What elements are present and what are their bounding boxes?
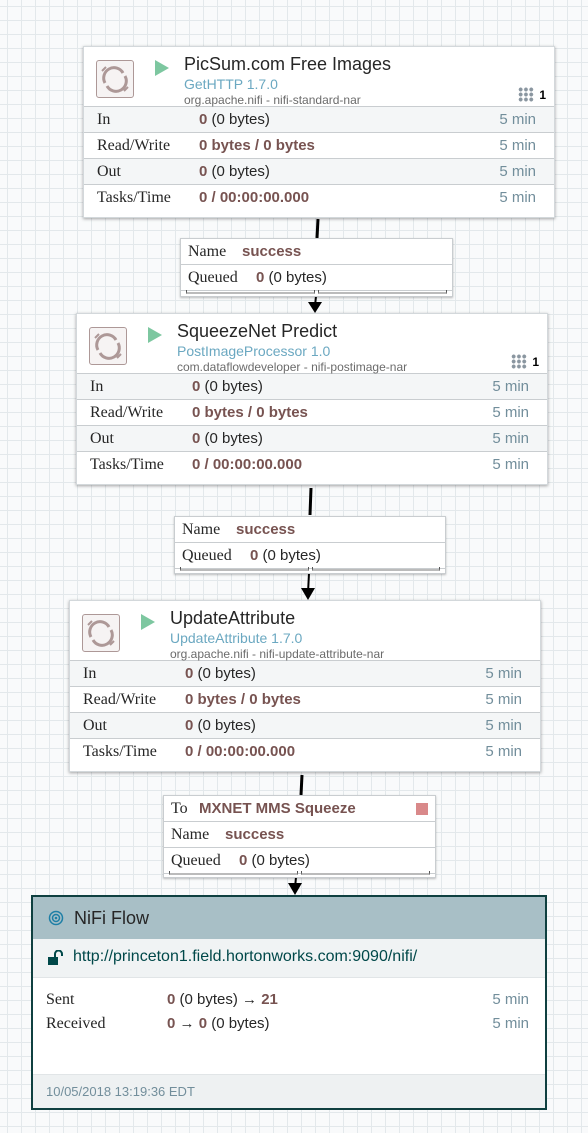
stat-row-out: Out 0 (0 bytes) 5 min xyxy=(70,713,540,739)
stat-row-in: In 0 (0 bytes) 5 min xyxy=(70,661,540,687)
processor-icon xyxy=(96,60,134,98)
stat-row-out: Out 0 (0 bytes) 5 min xyxy=(77,426,547,452)
processor-bundle: org.apache.nifi - nifi-standard-nar xyxy=(184,93,361,107)
connection-label[interactable]: Name success Queued 0 (0 bytes) xyxy=(174,516,446,574)
remote-process-group[interactable]: NiFi Flow http://princeton1.field.horton… xyxy=(31,895,547,1110)
active-tasks-badge: 1 xyxy=(518,87,546,102)
stat-row-tasks: Tasks/Time 0 / 00:00:00.000 5 min xyxy=(97,189,536,206)
stat-row-tasks: Tasks/Time 0 / 00:00:00.000 5 min xyxy=(83,743,522,760)
run-status-icon xyxy=(148,327,162,343)
run-status-icon xyxy=(141,614,155,630)
processor-type[interactable]: PostImageProcessor 1.0 xyxy=(177,343,330,359)
queue-backpressure-bars xyxy=(180,567,440,571)
queue-backpressure-bars xyxy=(169,871,430,875)
processor-header: UpdateAttribute UpdateAttribute 1.7.0 or… xyxy=(70,601,540,661)
processor-bundle: com.dataflowdeveloper - nifi-postimage-n… xyxy=(177,360,408,374)
processor-name: UpdateAttribute xyxy=(170,608,296,628)
unlock-icon xyxy=(48,950,63,965)
last-refreshed: 10/05/2018 13:19:36 EDT xyxy=(46,1084,195,1099)
last-refreshed-footer: 10/05/2018 13:19:36 EDT xyxy=(33,1074,545,1108)
stat-row-readwrite: Read/Write 0 bytes / 0 bytes 5 min xyxy=(70,687,540,713)
queue-backpressure-bars xyxy=(186,290,447,294)
connection-label[interactable]: Name success Queued 0 (0 bytes) xyxy=(180,238,453,297)
processor-icon xyxy=(82,614,120,652)
active-tasks-badge: 1 xyxy=(511,354,539,369)
remote-url[interactable]: http://princeton1.field.hortonworks.com:… xyxy=(73,948,417,966)
processor-updateattribute[interactable]: UpdateAttribute UpdateAttribute 1.7.0 or… xyxy=(69,600,541,772)
processor-bundle: org.apache.nifi - nifi-update-attribute-… xyxy=(170,647,385,661)
processor-squeezenet[interactable]: SqueezeNet Predict PostImageProcessor 1.… xyxy=(76,313,548,485)
processor-name: PicSum.com Free Images xyxy=(184,54,392,74)
transmission-icon xyxy=(48,910,64,926)
active-tasks-icon xyxy=(518,87,535,102)
stat-row-tasks: Tasks/Time 0 / 00:00:00.000 5 min xyxy=(90,456,529,473)
remote-url-row: http://princeton1.field.hortonworks.com:… xyxy=(33,939,545,978)
stat-row-readwrite: Read/Write 0 bytes / 0 bytes 5 min xyxy=(84,133,554,159)
stop-icon xyxy=(416,803,428,815)
stat-row-readwrite: Read/Write 0 bytes / 0 bytes 5 min xyxy=(77,400,547,426)
run-status-icon xyxy=(155,60,169,76)
active-tasks-icon xyxy=(511,354,528,369)
processor-picsum[interactable]: PicSum.com Free Images GetHTTP 1.7.0 org… xyxy=(83,46,555,218)
stat-row-in: In 0 (0 bytes) 5 min xyxy=(84,107,554,133)
processor-header: SqueezeNet Predict PostImageProcessor 1.… xyxy=(77,314,547,374)
remote-group-header: NiFi Flow xyxy=(33,897,545,939)
connection-label-remote[interactable]: To MXNET MMS Squeeze Name success Queued 0 … xyxy=(163,795,436,878)
processor-icon xyxy=(89,327,127,365)
stat-row-in: In 0 (0 bytes) 5 min xyxy=(77,374,547,400)
stat-row-received: Received 0 → 0 (0 bytes) 5 min xyxy=(46,1015,529,1032)
stat-row-out: Out 0 (0 bytes) 5 min xyxy=(84,159,554,185)
processor-type[interactable]: UpdateAttribute 1.7.0 xyxy=(170,630,302,646)
processor-type[interactable]: GetHTTP 1.7.0 xyxy=(184,76,278,92)
processor-header: PicSum.com Free Images GetHTTP 1.7.0 org… xyxy=(84,47,554,107)
processor-name: SqueezeNet Predict xyxy=(177,321,338,341)
stat-row-sent: Sent 0 (0 bytes) → 21 5 min xyxy=(46,991,529,1008)
remote-group-name: NiFi Flow xyxy=(74,908,149,928)
